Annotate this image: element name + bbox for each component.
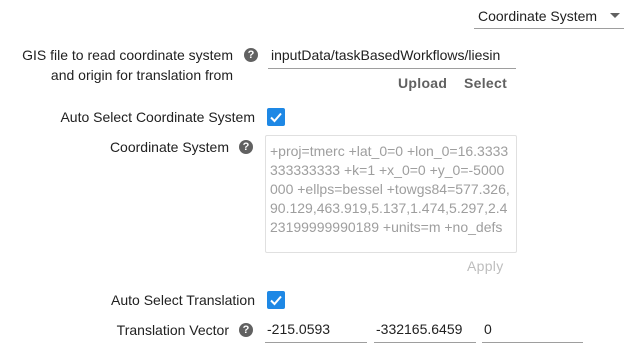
- auto-select-translation-checkbox[interactable]: [267, 291, 285, 309]
- select-button[interactable]: Select: [464, 75, 507, 91]
- checkmark-icon: [270, 295, 282, 306]
- checkmark-icon: [270, 112, 282, 123]
- coordinate-system-label: Coordinate System: [109, 139, 229, 155]
- apply-button[interactable]: Apply: [467, 258, 504, 274]
- gis-file-input[interactable]: inputData/taskBasedWorkflows/liesin: [268, 45, 516, 69]
- help-icon[interactable]: ?: [239, 323, 253, 337]
- coordinate-system-textarea[interactable]: +proj=tmerc +lat_0=0 +lon_0=16.333333333…: [265, 135, 517, 253]
- gis-file-label-line2: and origin for translation from: [50, 67, 233, 83]
- gis-file-label-line1: GIS file to read coordinate system: [22, 47, 233, 63]
- auto-select-cs-checkbox[interactable]: [267, 108, 285, 126]
- chevron-down-icon: [610, 13, 620, 18]
- translation-y-input[interactable]: -332165.6459: [374, 319, 476, 343]
- section-dropdown-value: Coordinate System: [478, 8, 598, 24]
- upload-button[interactable]: Upload: [398, 75, 447, 91]
- help-icon[interactable]: ?: [244, 48, 258, 62]
- gis-file-label: GIS file to read coordinate system and o…: [0, 45, 233, 85]
- translation-x-input[interactable]: -215.0593: [265, 319, 367, 343]
- translation-z-input[interactable]: 0: [482, 319, 583, 343]
- auto-select-translation-label: Auto Select Translation: [111, 292, 255, 308]
- auto-select-cs-label: Auto Select Coordinate System: [60, 109, 255, 125]
- help-icon[interactable]: ?: [239, 140, 253, 154]
- section-dropdown[interactable]: Coordinate System: [474, 4, 624, 29]
- translation-vector-label: Translation Vector: [116, 322, 229, 338]
